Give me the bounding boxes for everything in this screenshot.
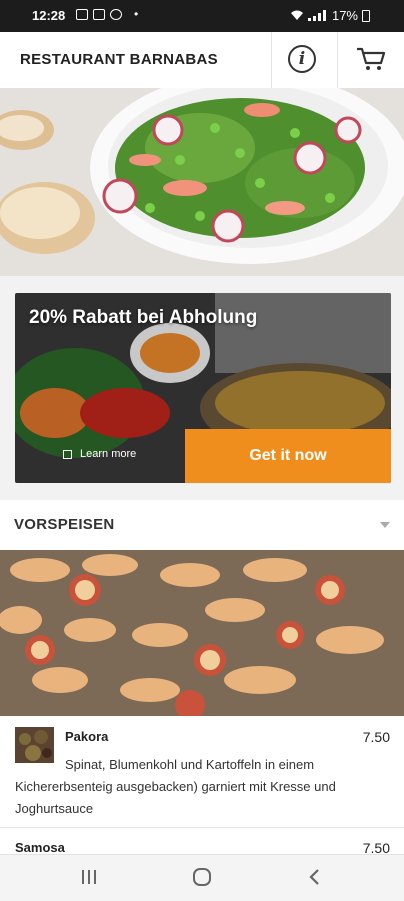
battery-icon [362, 9, 370, 22]
divider [337, 32, 338, 88]
chevron-down-icon [380, 522, 390, 528]
home-icon[interactable] [192, 867, 212, 887]
wifi-icon [290, 10, 303, 20]
back-icon[interactable] [308, 867, 322, 887]
signal-icon [307, 10, 326, 21]
status-dot: • [134, 7, 139, 21]
youtube-icon [93, 9, 105, 20]
divider [271, 32, 272, 88]
item-description: Spinat, Blumenkohl und Kartoffeln in ein… [15, 757, 336, 816]
photo-icon [76, 9, 88, 20]
item-name: Pakora [65, 729, 109, 744]
info-icon: i [298, 49, 306, 69]
learn-more-label: Learn more [80, 448, 137, 460]
learn-more-link[interactable]: Learn more [63, 448, 136, 460]
cart-icon[interactable] [356, 46, 386, 72]
category-image [0, 550, 404, 716]
notification-icons [76, 9, 122, 20]
info-square-icon [63, 449, 72, 459]
promo-title: 20% Rabatt bei Abholung [29, 307, 258, 328]
get-it-now-button[interactable]: Get it now [185, 429, 391, 483]
system-nav-bar [0, 854, 404, 901]
item-price: 7.50 [362, 729, 390, 745]
menu-item[interactable]: Pakora 7.50 Spinat, Blumenkohl und Karto… [0, 716, 404, 828]
recents-icon[interactable] [80, 867, 98, 887]
item-name: Samosa [15, 840, 65, 855]
status-bar: 12:28 • 17% [0, 0, 404, 32]
app-bar: RESTAURANT BARNABAS i [0, 32, 404, 88]
restaurant-name: RESTAURANT BARNABAS [20, 51, 218, 68]
category-title: VORSPEISEN [14, 516, 115, 533]
info-button[interactable]: i [288, 45, 316, 73]
category-header-vorspeisen[interactable]: VORSPEISEN [0, 500, 404, 550]
battery-percent: 17% [331, 8, 358, 23]
promo-banner[interactable]: 20% Rabatt bei Abholung Learn more Get i… [15, 293, 391, 483]
menu-item[interactable]: Samosa 7.50 [0, 828, 404, 856]
status-time: 12:28 [32, 8, 66, 23]
app-icon [110, 9, 122, 20]
system-indicators: 17% [290, 8, 370, 23]
hero-image [0, 88, 404, 276]
